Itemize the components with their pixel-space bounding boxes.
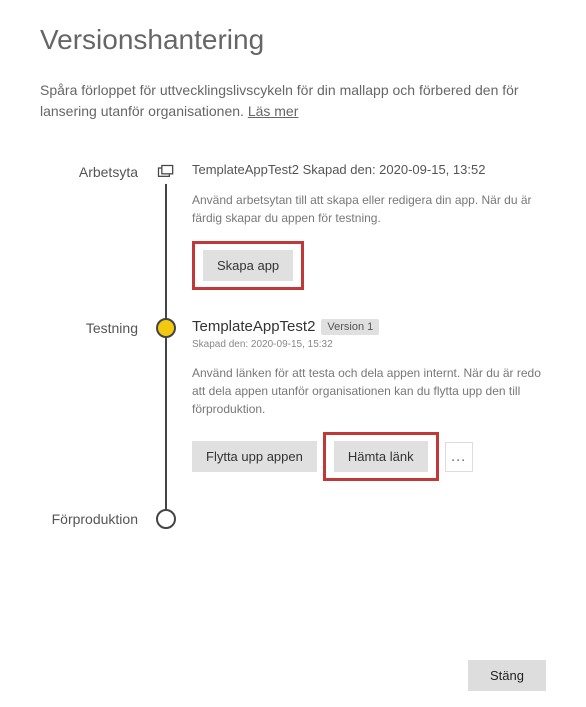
stage-workspace-label: Arbetsyta [32,162,152,318]
workspace-desc: Använd arbetsytan till att skapa eller r… [192,191,546,227]
timeline: Arbetsyta TemplateAppTest2 Skapad den: 2… [32,162,546,549]
testing-desc: Använd länken för att testa och dela app… [192,364,546,418]
page-description: Spåra förloppet för uttvecklingslivscyke… [40,80,546,122]
page-title: Versionshantering [40,24,546,56]
preprod-node [156,509,176,529]
stage-testing-label: Testning [32,318,152,509]
testing-app-name: TemplateAppTest2 [192,318,315,335]
promote-app-button[interactable]: Flytta upp appen [192,441,317,472]
close-button[interactable]: Stäng [468,660,546,691]
testing-created: Skapad den: 2020-09-15, 15:32 [192,339,546,350]
learn-more-link[interactable]: Läs mer [248,103,299,119]
more-options-button[interactable]: … [445,442,473,472]
create-app-highlight: Skapa app [192,241,304,290]
workspace-header: TemplateAppTest2 Skapad den: 2020-09-15,… [192,162,546,177]
version-badge: Version 1 [321,319,379,335]
get-link-highlight: Hämta länk [323,432,439,481]
stage-preproduction: Förproduktion [32,509,546,549]
stage-preprod-label: Förproduktion [32,509,152,549]
stage-testing: Testning TemplateAppTest2 Version 1 Skap… [32,318,546,509]
create-app-button[interactable]: Skapa app [203,250,293,281]
testing-node-active [156,318,176,338]
workspace-icon [155,162,177,184]
stage-workspace: Arbetsyta TemplateAppTest2 Skapad den: 2… [32,162,546,318]
get-link-button[interactable]: Hämta länk [334,441,428,472]
ellipsis-icon: … [450,448,467,466]
